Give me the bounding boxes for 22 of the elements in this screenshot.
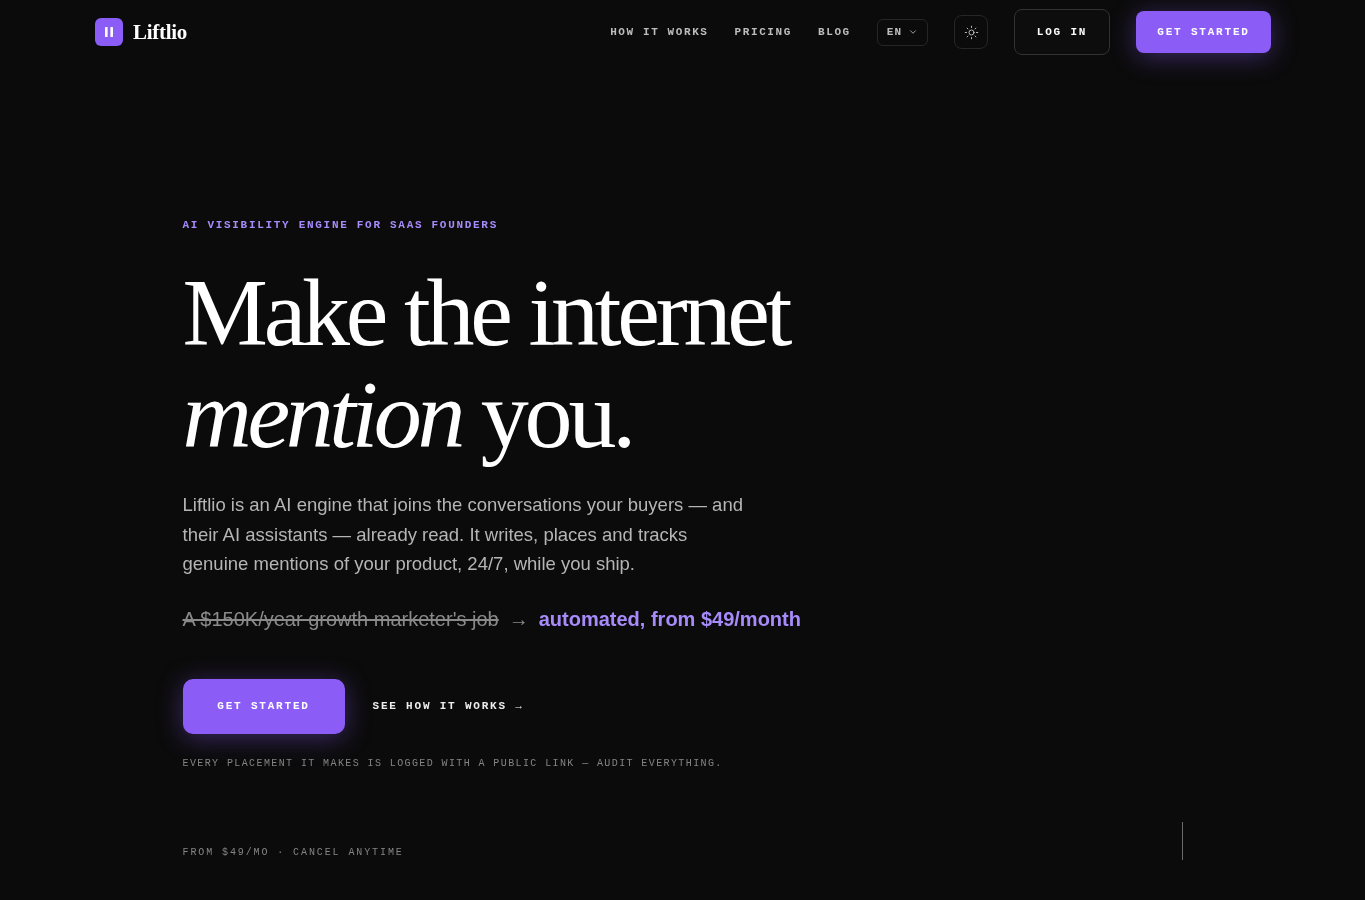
login-button[interactable]: LOG IN — [1014, 9, 1110, 55]
sun-icon — [963, 24, 979, 40]
old-cost-text: A $150K/year growth marketer's job — [182, 606, 499, 632]
theme-toggle-button[interactable] — [954, 15, 988, 49]
logo-icon — [95, 18, 123, 46]
language-select[interactable]: EN — [876, 18, 928, 46]
audit-note-text: EVERY PLACEMENT IT MAKES IS LOGGED WITH A PUBLIC LINK — AUDIT EVERYTHING. — [182, 756, 723, 771]
eyebrow-text: AI VISIBILITY ENGINE FOR SAAS FOUNDERS — [182, 218, 498, 232]
scroll-indicator-line — [1181, 821, 1183, 860]
chevron-down-icon — [908, 27, 918, 37]
see-how-it-works-link[interactable]: SEE HOW IT WORKS → — [372, 700, 524, 712]
brand-name[interactable]: Liftlio — [133, 19, 187, 45]
arrow-text: → — [508, 606, 529, 632]
get-started-button[interactable]: GET STARTED — [1136, 11, 1271, 53]
get-started-button[interactable]: GET STARTED — [182, 678, 345, 734]
pricing-note-text: FROM $49/MO · CANCEL ANYTIME — [182, 845, 404, 860]
nav-link[interactable]: PRICING — [734, 26, 792, 38]
nav-link[interactable]: HOW IT WORKS — [610, 26, 709, 38]
nav-link[interactable]: BLOG — [818, 26, 851, 38]
headline: Make the internet mention you. — [182, 262, 790, 466]
new-price-text: automated, from $49/month — [538, 606, 801, 632]
description-text: Liftlio is an AI engine that joins the conversations your buyers — and their AI assistants — already read. It writes, places and tracks genuine mentions of your product, 24/7, while you ship. — [182, 493, 744, 576]
